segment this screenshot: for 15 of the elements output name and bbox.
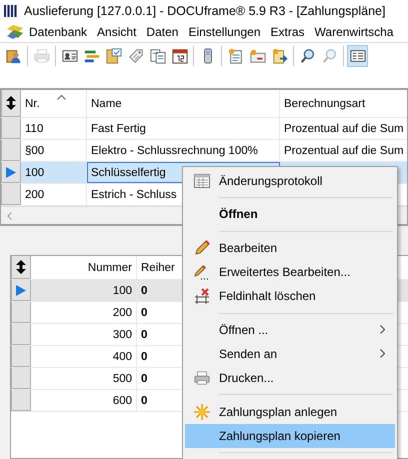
table-cell: 100 <box>31 280 137 301</box>
table-cell: Prozentual auf die Sum <box>280 118 407 139</box>
table-cell: 400 <box>31 346 137 367</box>
table-cell: 110 <box>21 118 87 139</box>
table-cell: 200 <box>21 184 87 205</box>
table-cell: 300 <box>31 324 137 345</box>
table-cell: Fast Fertig <box>87 118 280 139</box>
table-cell: Elektro - Schlussrechnung 100% <box>87 140 280 161</box>
table-cell: 600 <box>31 390 137 411</box>
window-title: Auslieferung [127.0.0.1] - DOCUframe® 5.9 R3 - [Zahlungspläne] <box>24 4 386 18</box>
table-cell: 500 <box>31 368 137 389</box>
table-cell: 100 <box>21 162 87 183</box>
table-cell: 200 <box>31 302 137 323</box>
table-cell: Prozentual auf die Sum <box>280 140 407 161</box>
table-cell: §00 <box>21 140 87 161</box>
